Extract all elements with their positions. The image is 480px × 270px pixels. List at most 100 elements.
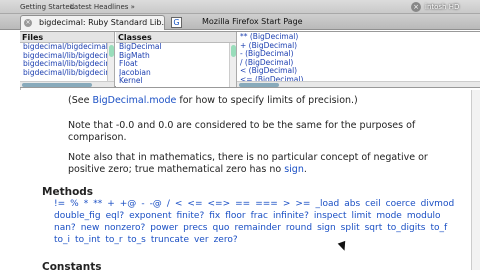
method-index-link[interactable]: < <box>175 198 183 210</box>
bookmark-latest-headlines[interactable]: Latest Headlines » <box>70 3 135 11</box>
text: for how to specify limits of precision.) <box>176 95 358 106</box>
method-index-link[interactable]: sqrt <box>365 222 383 234</box>
tab-title: Mozilla Firefox Start Page <box>202 17 303 26</box>
files-hscroll[interactable] <box>20 81 114 87</box>
method-index-link[interactable]: === <box>255 198 278 210</box>
method-link[interactable]: - (BigDecimal) <box>240 50 480 59</box>
mode-link[interactable]: BigDecimal.mode <box>92 95 176 106</box>
method-index-link[interactable]: floor <box>225 210 245 222</box>
class-link[interactable]: Kernel <box>119 77 236 86</box>
method-index-link[interactable]: divmod <box>421 198 455 210</box>
method-index-link[interactable]: > <box>283 198 291 210</box>
method-index-link[interactable]: remainder <box>234 222 280 234</box>
tab-bigdecimal[interactable]: × bigdecimal: Ruby Standard Lib... <box>20 15 165 30</box>
desktop-drive-label: intosh HD <box>425 3 460 11</box>
sign-link[interactable]: sign <box>284 164 304 175</box>
classes-vscroll[interactable] <box>229 43 236 87</box>
method-index-link[interactable]: nonzero? <box>104 222 145 234</box>
methods-frame[interactable]: ** (BigDecimal) + (BigDecimal) - (BigDec… <box>237 32 480 87</box>
method-index-link[interactable]: nan? <box>54 222 76 234</box>
text: Note also that in mathematics, there is … <box>68 152 428 175</box>
class-link[interactable]: BigMath <box>119 52 236 61</box>
method-index-link[interactable]: ver <box>194 234 209 246</box>
file-link[interactable]: bigdecimal/lib/bigdecim <box>23 69 114 78</box>
method-index-link[interactable]: sign <box>317 222 336 234</box>
text: . <box>303 164 307 175</box>
method-index-link[interactable]: to_r <box>105 234 122 246</box>
method-index-link[interactable]: == <box>235 198 250 210</box>
main-vscroll[interactable] <box>471 90 480 270</box>
method-index-link[interactable]: ceil <box>365 198 381 210</box>
files-frame[interactable]: Files bigdecimal/bigdecimal bigdecimal/l… <box>20 32 115 87</box>
method-index-link[interactable]: >= <box>295 198 310 210</box>
methods-hscroll[interactable] <box>237 81 480 87</box>
methods-index: !=% * ** + +@ - -@ / < <= <=> == === > >= _load abs ceil c… <box>54 198 470 246</box>
method-index-link[interactable]: split <box>341 222 360 234</box>
method-index-link[interactable]: quo <box>213 222 230 234</box>
bookmark-getting-started[interactable]: Getting Started <box>20 3 74 11</box>
method-index-link[interactable]: <= <box>187 198 202 210</box>
tab-close-icon[interactable]: × <box>24 19 32 27</box>
method-index-link[interactable]: zero? <box>214 234 238 246</box>
file-link[interactable]: bigdecimal/lib/bigdecim <box>23 60 114 69</box>
method-index-link[interactable]: +@ <box>120 198 137 210</box>
method-index-link[interactable]: / <box>167 198 170 210</box>
method-index-link[interactable]: ** <box>93 198 102 210</box>
tab-firefox-start[interactable]: G Mozilla Firefox Start Page <box>168 15 313 30</box>
method-index-link[interactable]: abs <box>344 198 360 210</box>
file-link[interactable]: bigdecimal/bigdecimal <box>23 43 114 52</box>
method-index-link[interactable]: frac <box>251 210 268 222</box>
class-link[interactable]: BigDecimal <box>119 43 236 52</box>
method-link[interactable]: / (BigDecimal) <box>240 59 480 68</box>
method-index-link[interactable]: -@ <box>150 198 162 210</box>
file-link[interactable]: bigdecimal/lib/bigdecim <box>23 52 114 61</box>
method-index-link[interactable]: to_int <box>75 234 100 246</box>
method-index-link[interactable]: mode <box>376 210 402 222</box>
method-index-link[interactable]: round <box>286 222 312 234</box>
method-index-link[interactable]: + <box>107 198 115 210</box>
method-index-link[interactable]: to_f <box>430 222 447 234</box>
method-index-link[interactable]: % <box>70 198 79 210</box>
method-index-link[interactable]: finite? <box>177 210 205 222</box>
method-index-link[interactable]: power <box>150 222 178 234</box>
google-favicon-icon: G <box>171 17 182 28</box>
method-index-link[interactable]: <=> <box>208 198 231 210</box>
class-link[interactable]: Jacobian <box>119 69 236 78</box>
method-index-link[interactable]: infinite? <box>273 210 309 222</box>
method-index-link[interactable]: to_i <box>54 234 70 246</box>
classes-frame[interactable]: Classes BigDecimal BigMath Float Jacobia… <box>116 32 237 87</box>
tab-title: bigdecimal: Ruby Standard Lib... <box>39 18 165 27</box>
method-index-link[interactable]: limit <box>352 210 372 222</box>
method-index-link[interactable]: truncate <box>151 234 189 246</box>
method-index-link[interactable]: exponent <box>129 210 171 222</box>
method-index-link[interactable]: to_digits <box>387 222 425 234</box>
class-link[interactable]: Float <box>119 60 236 69</box>
method-index-link[interactable]: * <box>84 198 89 210</box>
method-link[interactable]: < (BigDecimal) <box>240 67 480 76</box>
method-index-link[interactable]: to_s <box>128 234 146 246</box>
method-index-link[interactable]: _load <box>315 198 339 210</box>
zero-comparison-note: Note that -0.0 and 0.0 are considered to… <box>68 120 416 143</box>
method-index-link[interactable]: != <box>54 198 65 210</box>
method-index-link[interactable]: double_fig <box>54 210 101 222</box>
method-index-link[interactable]: - <box>141 198 144 210</box>
method-index-link[interactable]: inspect <box>314 210 347 222</box>
methods-list: ** (BigDecimal) + (BigDecimal) - (BigDec… <box>237 32 480 84</box>
bookmarks-toolbar: Getting Started Latest Headlines » × int… <box>0 0 480 14</box>
text: (See <box>68 95 93 106</box>
files-list: bigdecimal/bigdecimal bigdecimal/lib/big… <box>20 43 114 77</box>
tab-strip: × bigdecimal: Ruby Standard Lib... G Moz… <box>0 14 480 30</box>
method-index-link[interactable]: modulo <box>407 210 441 222</box>
method-index-link[interactable]: fix <box>209 210 220 222</box>
files-header: Files <box>20 32 114 43</box>
method-index-link[interactable]: new <box>81 222 100 234</box>
classes-header: Classes <box>116 32 236 43</box>
method-index-link[interactable]: precs <box>183 222 207 234</box>
method-index-link[interactable]: coerce <box>386 198 416 210</box>
method-index-link[interactable]: eql? <box>106 210 125 222</box>
classes-list: BigDecimal BigMath Float Jacobian Kernel <box>116 43 236 86</box>
method-link[interactable]: ** (BigDecimal) <box>240 33 480 42</box>
constants-heading: Constants <box>42 261 102 270</box>
close-icon[interactable]: × <box>411 2 421 12</box>
method-link[interactable]: + (BigDecimal) <box>240 42 480 51</box>
